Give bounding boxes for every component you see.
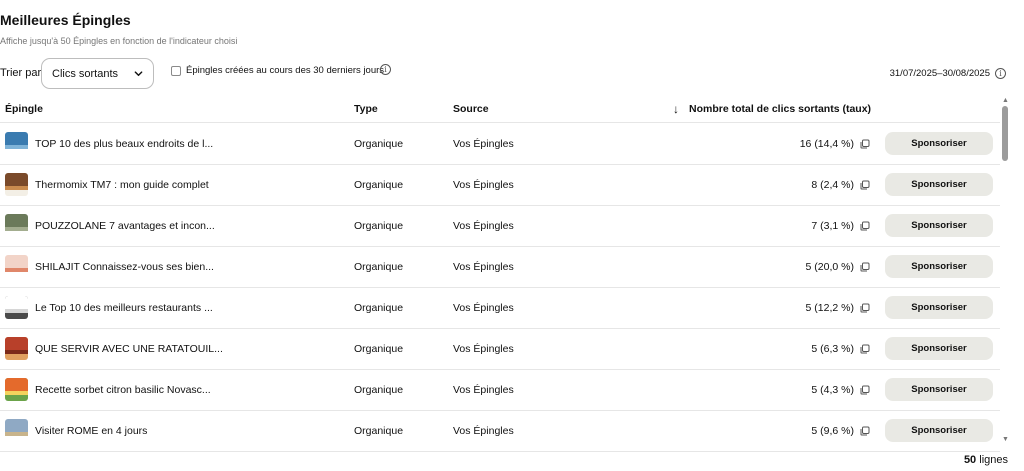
pin-clicks: 5 (12,2 %)	[805, 302, 854, 314]
pin-source: Vos Épingles	[453, 384, 514, 396]
pin-thumbnail[interactable]	[5, 214, 28, 237]
info-icon[interactable]: i	[995, 68, 1006, 79]
pin-type: Organique	[354, 425, 404, 437]
pins-table-body: TOP 10 des plus beaux endroits de l... Or…	[0, 124, 1000, 452]
sponsor-button[interactable]: Sponsoriser	[885, 378, 993, 401]
pin-source: Vos Épingles	[453, 425, 514, 437]
pin-type: Organique	[354, 220, 404, 232]
pin-type: Organique	[354, 302, 404, 314]
pin-thumbnail[interactable]	[5, 419, 28, 442]
sponsor-button[interactable]: Sponsoriser	[885, 173, 993, 196]
chevron-down-icon	[134, 71, 143, 77]
sponsor-button[interactable]: Sponsoriser	[885, 214, 993, 237]
pin-clicks: 16 (14,4 %)	[799, 138, 854, 150]
copy-icon[interactable]	[860, 426, 870, 436]
pin-title[interactable]: Thermomix TM7 : mon guide complet	[35, 179, 209, 191]
pin-type: Organique	[354, 179, 404, 191]
pin-type: Organique	[354, 343, 404, 355]
sort-label: Trier par	[0, 67, 42, 79]
pin-title[interactable]: SHILAJIT Connaissez-vous ses bien...	[35, 261, 214, 273]
sponsor-button[interactable]: Sponsoriser	[885, 132, 993, 155]
info-icon[interactable]: i	[380, 64, 391, 75]
row-count-label: lignes	[979, 454, 1008, 466]
pin-thumbnail[interactable]	[5, 378, 28, 401]
table-row[interactable]: SHILAJIT Connaissez-vous ses bien... Orga…	[0, 247, 1000, 288]
column-header-clicks[interactable]: Nombre total de clics sortants (taux)	[689, 103, 871, 115]
pin-type: Organique	[354, 384, 404, 396]
recent-pins-checkbox-label[interactable]: Épingles créées au cours des 30 derniers…	[186, 65, 384, 76]
copy-icon[interactable]	[860, 262, 870, 272]
sponsor-button[interactable]: Sponsoriser	[885, 337, 993, 360]
sponsor-button[interactable]: Sponsoriser	[885, 419, 993, 442]
table-row[interactable]: Visiter ROME en 4 jours Organique Vos Épin…	[0, 411, 1000, 452]
copy-icon[interactable]	[860, 221, 870, 231]
pin-source: Vos Épingles	[453, 302, 514, 314]
column-header-pin[interactable]: Épingle	[5, 103, 43, 115]
pin-clicks: 5 (6,3 %)	[811, 343, 854, 355]
pin-source: Vos Épingles	[453, 138, 514, 150]
pin-title[interactable]: Recette sorbet citron basilic Novasc...	[35, 384, 211, 396]
table-row[interactable]: QUE SERVIR AVEC UNE RATATOUIL... Organiqu…	[0, 329, 1000, 370]
page-title: Meilleures Épingles	[0, 12, 131, 28]
pin-thumbnail[interactable]	[5, 337, 28, 360]
pin-title[interactable]: Le Top 10 des meilleurs restaurants ...	[35, 302, 213, 314]
sponsor-button[interactable]: Sponsoriser	[885, 296, 993, 319]
table-row[interactable]: Le Top 10 des meilleurs restaurants ... O…	[0, 288, 1000, 329]
scrollbar[interactable]: ▲ ▼	[1001, 97, 1010, 445]
scroll-up-arrow[interactable]: ▲	[1002, 97, 1009, 104]
sort-dropdown-value: Clics sortants	[52, 67, 119, 80]
pin-source: Vos Épingles	[453, 179, 514, 191]
copy-icon[interactable]	[860, 344, 870, 354]
pin-thumbnail[interactable]	[5, 132, 28, 155]
sort-dropdown[interactable]: Clics sortants	[41, 58, 154, 89]
table-header: Épingle Type Source ↓ Nombre total de cl…	[0, 97, 1000, 123]
sponsor-button[interactable]: Sponsoriser	[885, 255, 993, 278]
scroll-down-arrow[interactable]: ▼	[1002, 436, 1009, 443]
copy-icon[interactable]	[860, 139, 870, 149]
pin-title[interactable]: Visiter ROME en 4 jours	[35, 425, 147, 437]
column-header-type[interactable]: Type	[354, 103, 378, 115]
pin-clicks: 5 (20,0 %)	[805, 261, 854, 273]
row-count: 50 lignes	[964, 454, 1008, 466]
pin-clicks: 5 (4,3 %)	[811, 384, 854, 396]
date-range: 31/07/2025–30/08/2025	[889, 68, 990, 79]
row-count-number: 50	[963, 454, 977, 466]
pin-title[interactable]: POUZZOLANE 7 avantages et incon...	[35, 220, 215, 232]
pin-title[interactable]: TOP 10 des plus beaux endroits de l...	[35, 138, 213, 150]
table-row[interactable]: Recette sorbet citron basilic Novasc... O…	[0, 370, 1000, 411]
recent-pins-checkbox[interactable]	[171, 66, 181, 76]
pin-thumbnail[interactable]	[5, 296, 28, 319]
pin-clicks: 7 (3,1 %)	[811, 220, 854, 232]
pin-type: Organique	[354, 261, 404, 273]
pin-source: Vos Épingles	[453, 343, 514, 355]
pin-source: Vos Épingles	[453, 220, 514, 232]
pin-type: Organique	[354, 138, 404, 150]
copy-icon[interactable]	[860, 180, 870, 190]
copy-icon[interactable]	[860, 385, 870, 395]
table-row[interactable]: TOP 10 des plus beaux endroits de l... Or…	[0, 124, 1000, 165]
scrollbar-thumb[interactable]	[1002, 106, 1008, 161]
table-row[interactable]: POUZZOLANE 7 avantages et incon... Organi…	[0, 206, 1000, 247]
pin-clicks: 8 (2,4 %)	[811, 179, 854, 191]
pin-source: Vos Épingles	[453, 261, 514, 273]
column-header-source[interactable]: Source	[453, 103, 489, 115]
pin-title[interactable]: QUE SERVIR AVEC UNE RATATOUIL...	[35, 343, 223, 355]
copy-icon[interactable]	[860, 303, 870, 313]
pin-thumbnail[interactable]	[5, 173, 28, 196]
arrow-down-icon[interactable]: ↓	[673, 102, 679, 116]
pin-clicks: 5 (9,6 %)	[811, 425, 854, 437]
page-subtitle: Affiche jusqu'à 50 Épingles en fonction …	[0, 36, 238, 46]
pin-thumbnail[interactable]	[5, 255, 28, 278]
table-row[interactable]: Thermomix TM7 : mon guide complet Organiq…	[0, 165, 1000, 206]
